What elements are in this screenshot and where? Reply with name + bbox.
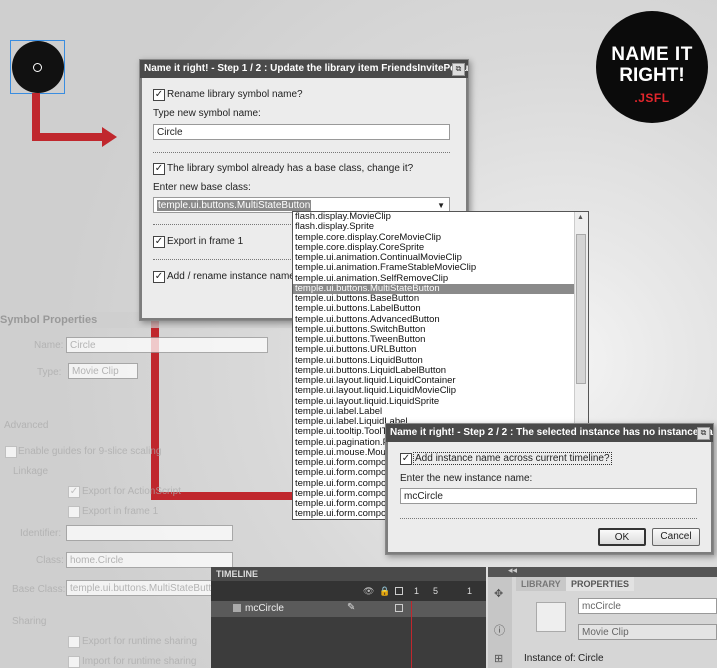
logo-line2: RIGHT! [619, 65, 685, 86]
type-select[interactable]: Movie Clip [68, 363, 138, 379]
tab-properties[interactable]: PROPERTIES [566, 577, 635, 591]
frame-label-1: 1 [414, 586, 420, 596]
export-frame1-checkbox[interactable] [68, 506, 80, 518]
red-arrow-1-head [102, 127, 117, 147]
export-frame-label: Export in frame 1 [167, 236, 244, 247]
export-actionscript-checkbox[interactable]: ✓ [68, 486, 80, 498]
symbol-type-select[interactable]: Movie Clip [578, 624, 717, 640]
instance-of-value[interactable]: Circle [578, 653, 604, 664]
scroll-thumb[interactable] [576, 234, 586, 384]
logo-line3: .JSFL [634, 91, 670, 105]
name-field[interactable]: Circle [66, 337, 268, 353]
dialog-step2: Name it right! - Step 2 / 2 : The select… [385, 423, 714, 555]
dialog-step2-title: Name it right! - Step 2 / 2 : The select… [386, 424, 713, 442]
dialog-step1-title: Name it right! - Step 1 / 2 : Update the… [140, 60, 468, 78]
info-icon[interactable]: ⓘ [494, 622, 505, 638]
dropdown-item[interactable]: temple.ui.animation.FrameStableMovieClip [293, 262, 588, 273]
layer-name[interactable]: mcCircle [245, 603, 284, 614]
enter-instance-label: Enter the new instance name: [400, 473, 533, 484]
instance-label: Add / rename instance name [167, 271, 295, 282]
instance-name-input[interactable]: mcCircle [400, 488, 697, 504]
dropdown-item[interactable]: flash.display.Sprite [293, 221, 588, 232]
name-label: Name: [34, 340, 64, 351]
scroll-up-icon[interactable]: ▲ [577, 214, 584, 221]
sharing-label: Sharing [12, 616, 47, 627]
tab-library[interactable]: LIBRARY [516, 577, 566, 591]
registration-point [33, 63, 42, 72]
tool-strip: ✥ ⓘ ⊞ [488, 577, 512, 668]
frame-label-5: 5 [433, 586, 439, 596]
dropdown-item[interactable]: temple.ui.buttons.LabelButton [293, 303, 588, 314]
type-new-label: Type new symbol name: [153, 108, 261, 119]
collapse-icon[interactable]: ◂◂ [508, 565, 517, 576]
dialog-step2-close-icon[interactable]: ⧉ [697, 427, 710, 440]
import-runtime-label: Import for runtime sharing [82, 656, 197, 667]
instance-name-field[interactable]: mcCircle [578, 598, 717, 614]
base-class-select-value: temple.ui.buttons.MultiStateButton [157, 200, 312, 211]
guides-label: Enable guides for 9-slice scaling [18, 446, 162, 457]
export-frame1-label: Export in frame 1 [82, 506, 159, 517]
base-class-field[interactable]: temple.ui.buttons.MultiStateButton [66, 580, 233, 596]
type-label: Type: [37, 367, 62, 378]
rename-label: Rename library symbol name? [167, 89, 303, 100]
playhead[interactable] [411, 601, 412, 668]
separator-1 [153, 152, 450, 153]
dropdown-item[interactable]: temple.ui.buttons.URLButton [293, 344, 588, 355]
dialog-step1-close-icon[interactable]: ⧉ [452, 63, 465, 76]
outline-icon[interactable] [395, 587, 403, 595]
instance-of-label: Instance of: [524, 653, 576, 664]
separator-2 [153, 224, 293, 225]
export-runtime-label: Export for runtime sharing [82, 636, 198, 647]
align-icon[interactable]: ⊞ [494, 652, 503, 665]
identifier-field[interactable] [66, 525, 233, 541]
red-arrow-1-horizontal [32, 133, 104, 141]
advanced-toggle[interactable]: Advanced [4, 420, 48, 431]
class-label: Class: [36, 555, 64, 566]
separator-4 [400, 518, 697, 519]
linkage-label: Linkage [13, 466, 49, 477]
frame-label-1b: 1 [467, 586, 473, 596]
separator-3 [153, 259, 293, 260]
class-field[interactable]: home.Circle [66, 552, 233, 568]
symbol-name-input[interactable]: Circle [153, 124, 450, 140]
target-icon[interactable]: ✥ [494, 587, 503, 600]
eye-icon[interactable]: 👁 [363, 586, 374, 597]
instance-checkbox[interactable]: ✓ [153, 271, 165, 283]
timeline-layer-row[interactable]: mcCircle ✎ [211, 601, 486, 617]
base-class-label: Base Class: [12, 584, 66, 595]
export-runtime-checkbox[interactable] [68, 636, 80, 648]
timeline-title: TIMELINE [211, 567, 486, 581]
add-instance-label: Add instance name across current timelin… [413, 452, 612, 465]
pencil-icon: ✎ [347, 602, 356, 613]
enter-base-label: Enter new base class: [153, 182, 251, 193]
guides-checkbox[interactable] [5, 446, 17, 458]
timeline-panel: TIMELINE 👁 🔒 1 5 1 mcCircle ✎ [211, 567, 486, 668]
lock-icon[interactable]: 🔒 [379, 586, 390, 597]
symbol-icon [536, 602, 566, 632]
properties-panel: ◂◂ LIBRARY PROPERTIES ✥ ⓘ ⊞ mcCircle Mov… [488, 565, 717, 668]
import-runtime-checkbox[interactable] [68, 656, 80, 668]
timeline-header-row: 👁 🔒 1 5 1 [211, 581, 486, 601]
add-instance-checkbox[interactable]: ✓ [400, 453, 412, 465]
layer-icon [233, 604, 241, 612]
export-frame-checkbox[interactable]: ✓ [153, 236, 165, 248]
identifier-label: Identifier: [20, 528, 62, 539]
rename-checkbox[interactable]: ✓ [153, 89, 165, 101]
ok-button[interactable]: OK [598, 528, 646, 546]
dropdown-item[interactable]: temple.ui.layout.liquid.LiquidMovieClip [293, 385, 588, 396]
base-class-checkbox[interactable]: ✓ [153, 163, 165, 175]
logo-line1: NAME IT [611, 44, 693, 65]
panel-topbar: ◂◂ [488, 565, 717, 577]
layer-outline-icon[interactable] [395, 604, 403, 612]
dialog-step2-body: ✓ Add instance name across current timel… [386, 442, 713, 554]
export-actionscript-label: Export for ActionScript [82, 486, 181, 497]
cancel-button[interactable]: Cancel [652, 528, 700, 546]
base-class-question: The library symbol already has a base cl… [167, 163, 414, 174]
name-it-right-logo: NAME IT RIGHT! .JSFL [596, 11, 708, 123]
